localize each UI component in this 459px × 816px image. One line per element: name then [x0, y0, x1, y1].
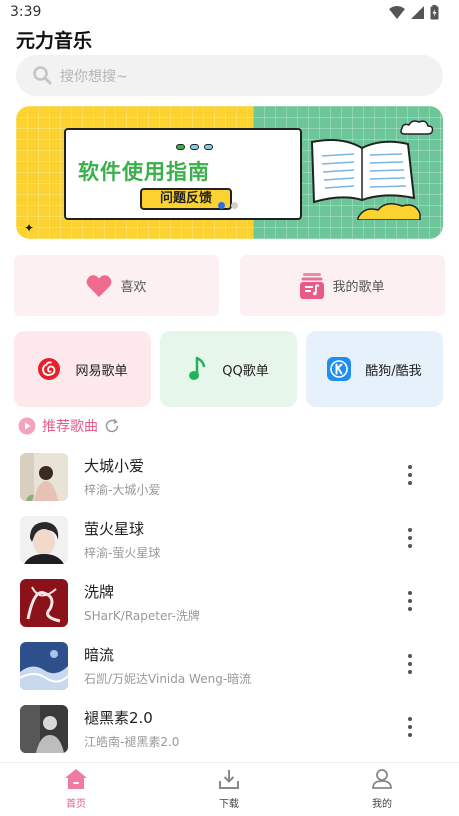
- banner-carousel[interactable]: ✦ 软件使用指南 问题反馈: [16, 106, 443, 239]
- banner-card: 软件使用指南 问题反馈: [64, 128, 302, 220]
- home-icon: [65, 769, 87, 789]
- qq-playlist-button[interactable]: QQ歌单: [160, 331, 297, 407]
- nav-download-label: 下载: [219, 799, 239, 810]
- more-options-icon[interactable]: [404, 717, 416, 741]
- carousel-dot[interactable]: [231, 202, 238, 209]
- kugou-label: 酷狗/酷我: [365, 363, 422, 379]
- album-cover: [20, 642, 68, 690]
- kugou-kuwo-button[interactable]: 酷狗/酷我: [306, 331, 443, 407]
- album-cover: [20, 453, 68, 501]
- refresh-icon[interactable]: [104, 418, 120, 434]
- bottom-navigation: 首页 下载 我的: [0, 762, 459, 816]
- search-bar[interactable]: 搜你想搜~: [16, 55, 443, 96]
- song-artist: 梓渝-萤火星球: [84, 546, 161, 560]
- sparkle-icon: ✦: [24, 221, 35, 235]
- song-row[interactable]: 洗牌 SHarK/Rapeter-洗牌: [0, 571, 459, 634]
- song-title: 褪黑素2.0: [84, 709, 153, 727]
- search-input[interactable]: 搜你想搜~: [60, 66, 128, 86]
- qq-label: QQ歌单: [222, 363, 269, 379]
- song-list: 大城小爱 梓渝-大城小爱 萤火星球 梓渝-萤火星球 洗牌 SHarK/Rapet…: [0, 445, 459, 760]
- battery-icon: [430, 5, 439, 20]
- nav-home-label: 首页: [66, 799, 86, 810]
- nav-home[interactable]: 首页: [46, 769, 106, 810]
- book-illustration: [310, 139, 421, 220]
- song-title: 萤火星球: [84, 520, 145, 538]
- song-title: 洗牌: [84, 583, 115, 601]
- song-artist: 石凯/万妮达Vinida Weng-暗流: [84, 672, 252, 686]
- download-icon: [219, 770, 239, 789]
- netease-playlist-button[interactable]: 网易歌单: [14, 331, 151, 407]
- recommend-header: 推荐歌曲: [18, 416, 120, 436]
- song-artist: SHarK/Rapeter-洗牌: [84, 609, 200, 623]
- favorites-label: 喜欢: [120, 280, 147, 295]
- album-cover: [20, 516, 68, 564]
- favorites-button[interactable]: 喜欢: [14, 255, 219, 316]
- my-playlists-label: 我的歌单: [332, 280, 385, 295]
- status-icons: [389, 5, 439, 20]
- more-options-icon[interactable]: [404, 654, 416, 678]
- song-row[interactable]: 褪黑素2.0 江皓南-褪黑素2.0: [0, 697, 459, 760]
- app-title: 元力音乐: [16, 30, 93, 52]
- nav-profile-label: 我的: [372, 799, 392, 810]
- banner-decoration: [176, 144, 213, 150]
- my-playlists-button[interactable]: 我的歌单: [240, 255, 445, 316]
- song-artist: 江皓南-褪黑素2.0: [84, 735, 180, 749]
- album-cover: [20, 705, 68, 753]
- more-options-icon[interactable]: [404, 528, 416, 552]
- song-artist: 梓渝-大城小爱: [84, 483, 161, 497]
- heart-icon: [87, 274, 112, 297]
- song-title: 暗流: [84, 646, 115, 664]
- song-row[interactable]: 萤火星球 梓渝-萤火星球: [0, 508, 459, 571]
- more-options-icon[interactable]: [404, 591, 416, 615]
- search-icon: [33, 66, 52, 85]
- wifi-icon: [389, 6, 405, 19]
- netease-label: 网易歌单: [75, 363, 128, 379]
- qq-music-icon: [189, 356, 206, 380]
- playlist-icon: [300, 272, 325, 299]
- nav-download[interactable]: 下载: [199, 769, 259, 810]
- song-row[interactable]: 大城小爱 梓渝-大城小爱: [0, 445, 459, 508]
- profile-icon: [372, 769, 392, 789]
- carousel-dot-active[interactable]: [218, 202, 225, 209]
- status-time: 3:39: [10, 4, 42, 20]
- album-cover: [20, 579, 68, 627]
- banner-title: 软件使用指南: [78, 160, 210, 184]
- nav-profile[interactable]: 我的: [352, 769, 412, 810]
- song-title: 大城小爱: [84, 457, 145, 475]
- song-row[interactable]: 暗流 石凯/万妮达Vinida Weng-暗流: [0, 634, 459, 697]
- more-options-icon[interactable]: [404, 465, 416, 489]
- kugou-icon: [327, 357, 352, 381]
- netease-icon: [38, 358, 61, 380]
- signal-icon: [411, 6, 424, 19]
- carousel-indicator: [218, 202, 238, 209]
- status-bar: 3:39: [0, 0, 459, 26]
- play-circle-icon: [18, 417, 36, 435]
- recommend-title: 推荐歌曲: [42, 419, 98, 435]
